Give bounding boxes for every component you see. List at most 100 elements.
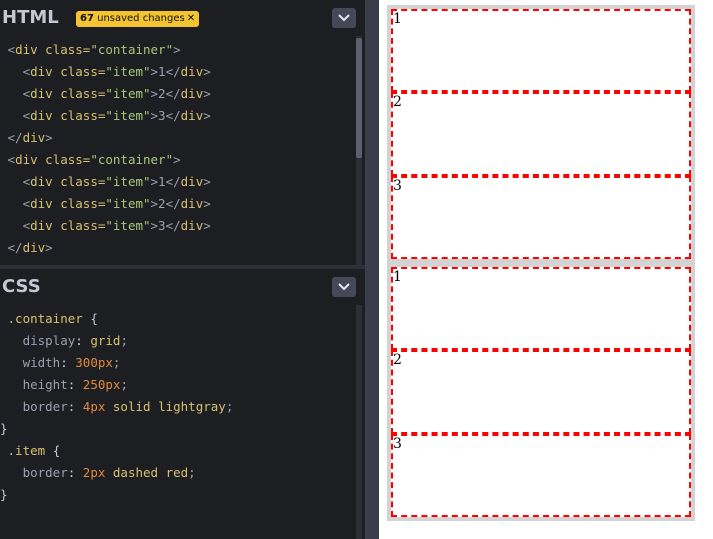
code-token: div [30, 108, 53, 123]
code-token: < [7, 196, 31, 211]
code-token: div [180, 86, 204, 101]
preview-item: 2 [391, 92, 691, 176]
css-semicolon: ; [188, 465, 196, 480]
html-collapse-button[interactable] [332, 8, 356, 28]
code-token: < [7, 174, 31, 189]
code-line: <div class="container"> [0, 39, 356, 61]
css-semicolon: ; [120, 333, 128, 348]
close-icon[interactable]: ✕ [187, 13, 195, 24]
code-line: <div class="item">2</div> [0, 193, 356, 215]
css-colon: : [67, 465, 83, 480]
gutter [0, 196, 8, 211]
html-panel-header: HTML 67 unsaved changes ✕ [0, 0, 365, 36]
code-token: div [30, 86, 53, 101]
code-token: < [7, 108, 31, 123]
css-value: lightgray [158, 399, 226, 414]
code-token: </ [7, 240, 23, 255]
chevron-down-icon [338, 283, 350, 291]
css-brace: { [82, 311, 98, 326]
code-token: class= [52, 108, 106, 123]
css-value: grid [90, 333, 121, 348]
gutter [0, 108, 8, 123]
css-property: width [22, 355, 61, 370]
css-scrollbar-track[interactable] [356, 305, 362, 539]
code-token: >2</ [150, 86, 181, 101]
unsaved-label: unsaved changes [93, 13, 185, 24]
unsaved-changes-badge[interactable]: 67 unsaved changes ✕ [76, 11, 200, 27]
code-line: height: 250px; [0, 374, 356, 396]
code-token: >1</ [150, 64, 181, 79]
preview-item: 3 [391, 175, 691, 259]
css-brace: } [0, 487, 8, 502]
code-line: .container { [0, 308, 356, 330]
code-token: div [180, 64, 204, 79]
css-colon: : [60, 355, 76, 370]
css-panel-header: CSS [0, 269, 365, 305]
editor-preview-splitter[interactable] [365, 0, 379, 539]
code-token: class= [52, 64, 106, 79]
code-token: div [22, 130, 46, 145]
code-token: < [7, 86, 31, 101]
gutter [0, 311, 8, 326]
css-value: 2px [82, 465, 106, 480]
html-scrollbar-thumb[interactable] [356, 38, 362, 158]
code-line: border: 2px dashed red; [0, 462, 356, 484]
code-token: div [30, 218, 53, 233]
gutter [0, 86, 8, 101]
gutter [0, 42, 8, 57]
css-colon: : [67, 399, 83, 414]
code-line: border: 4px solid lightgray; [0, 396, 356, 418]
code-token: "item" [105, 196, 151, 211]
css-code-editor[interactable]: .container { display: grid; width: 300px… [0, 308, 356, 506]
css-value: red [165, 465, 189, 480]
html-code-editor[interactable]: <div class="container"> <div class="item… [0, 39, 356, 259]
gutter [0, 240, 8, 255]
code-token: class= [52, 218, 106, 233]
css-selector: .item [7, 443, 46, 458]
css-collapse-button[interactable] [332, 277, 356, 297]
code-token: > [203, 108, 211, 123]
code-token: div [15, 42, 38, 57]
code-token: div [180, 196, 204, 211]
gutter [0, 152, 8, 167]
code-token: > [203, 196, 211, 211]
code-token: "container" [90, 42, 174, 57]
css-property: border [22, 465, 68, 480]
code-token: "container" [90, 152, 174, 167]
preview-container: 123 [387, 5, 695, 263]
css-semicolon: ; [225, 399, 234, 414]
gutter [0, 443, 8, 458]
preview-container: 123 [387, 263, 695, 521]
code-token: < [7, 64, 31, 79]
code-token: "item" [105, 218, 151, 233]
code-line: <div class="item">3</div> [0, 105, 356, 127]
code-token: div [30, 196, 53, 211]
css-semicolon: ; [120, 377, 128, 392]
code-line: <div class="item">1</div> [0, 171, 356, 193]
code-token: > [203, 86, 211, 101]
code-token: "item" [105, 174, 151, 189]
code-token: div [30, 64, 53, 79]
preview-item: 3 [391, 433, 691, 517]
code-token: > [173, 42, 181, 57]
html-panel-title: HTML [2, 7, 59, 28]
code-token: < [7, 218, 31, 233]
code-token: < [7, 42, 16, 57]
gutter [0, 130, 8, 145]
css-brace: { [45, 443, 61, 458]
gutter [0, 64, 8, 79]
css-value: 250px [82, 377, 121, 392]
code-line: </div> [0, 237, 356, 259]
code-token: > [203, 218, 211, 233]
code-token: class= [37, 152, 91, 167]
code-token: </ [7, 130, 23, 145]
code-token: "item" [105, 86, 151, 101]
preview-item: 1 [391, 267, 691, 351]
